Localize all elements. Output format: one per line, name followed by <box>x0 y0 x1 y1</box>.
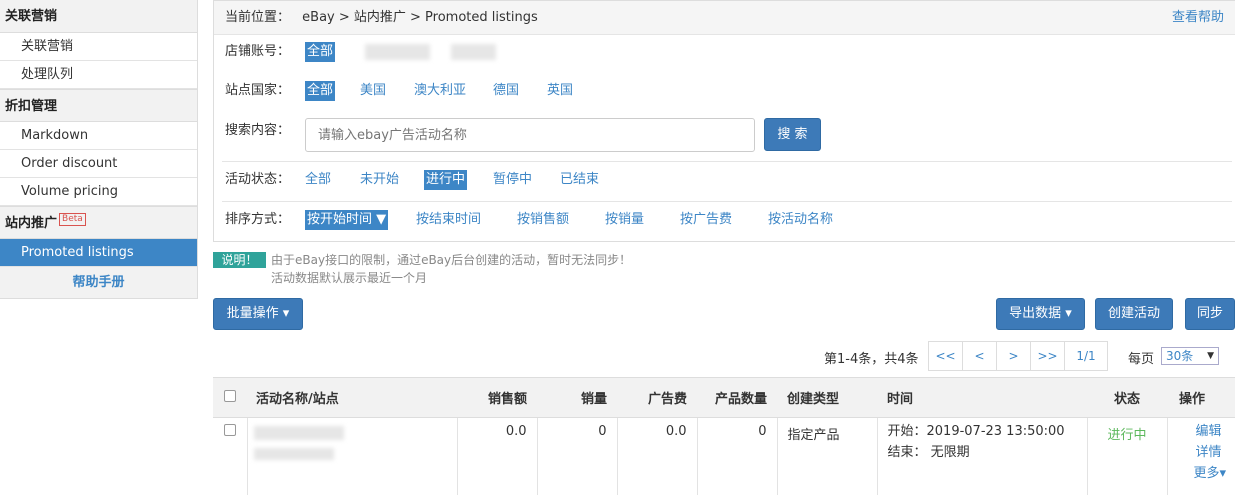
sort-option-ad-fee[interactable]: 按广告费 <box>680 210 732 230</box>
sidebar-item-order-discount[interactable]: Order discount <box>0 150 197 178</box>
notice-text: 由于eBay接口的限制，通过eBay后台创建的活动，暂时无法同步！ 活动数据默认… <box>271 251 631 287</box>
notice-line-1: 由于eBay接口的限制，通过eBay后台创建的活动，暂时无法同步！ <box>271 253 632 267</box>
filter-panel: 当前位置： eBay > 站内推广 > Promoted listings 查看… <box>213 0 1235 242</box>
campaign-table: 活动名称/站点 销售额 销量 广告费 产品数量 创建类型 时间 状态 操作 0.… <box>213 377 1235 495</box>
more-dropdown[interactable]: 更多▾ <box>1194 463 1234 484</box>
view-help-link[interactable]: 查看帮助 <box>1172 1 1224 35</box>
breadcrumb-label: 当前位置： <box>225 10 291 25</box>
select-all-checkbox[interactable] <box>224 389 236 402</box>
row-name-cell <box>247 417 458 495</box>
batch-operation-dropdown[interactable]: 批量操作 ▾ <box>213 298 303 330</box>
pager-page-indicator: 1/1 <box>1076 349 1096 363</box>
header-sales: 销售额 <box>457 377 537 418</box>
country-option-uk[interactable]: 英国 <box>547 81 573 101</box>
breadcrumb: 当前位置： eBay > 站内推广 > Promoted listings 查看… <box>214 1 1235 35</box>
row-sales: 0.0 <box>457 417 538 495</box>
pager-last[interactable]: >> <box>1031 342 1065 370</box>
sidebar-section-label: 站内推广 <box>5 216 58 231</box>
sort-option-sales[interactable]: 按销售额 <box>517 210 569 230</box>
sort-option-quantity[interactable]: 按销量 <box>605 210 644 230</box>
row-end-time: 结束： 无限期 <box>887 445 970 460</box>
pager-first[interactable]: << <box>929 342 963 370</box>
pager-next[interactable]: > <box>997 342 1031 370</box>
status-option-running[interactable]: 进行中 <box>424 170 468 190</box>
store-option-all[interactable]: 全部 <box>305 42 336 62</box>
pager-summary: 第1-4条，共4条 <box>824 352 919 367</box>
pager-prev[interactable]: < <box>963 342 997 370</box>
header-ad-fee: 广告费 <box>617 377 697 418</box>
row-checkbox[interactable] <box>223 424 236 436</box>
sidebar-item-markdown[interactable]: Markdown <box>0 122 197 150</box>
store-account-blurred[interactable] <box>365 44 430 60</box>
sort-label: 排序方式： <box>225 212 291 227</box>
sidebar-item-promoted-listings[interactable]: Promoted listings <box>0 239 197 267</box>
status-option-not-started[interactable]: 未开始 <box>360 170 399 190</box>
per-page-value: 30条 <box>1166 349 1194 363</box>
row-status: 进行中 <box>1087 417 1168 495</box>
row-quantity: 0 <box>537 417 618 495</box>
select-all-cell <box>213 377 247 418</box>
status-label: 活动状态： <box>225 172 291 187</box>
create-campaign-button[interactable]: 创建活动 <box>1095 298 1173 330</box>
country-option-us[interactable]: 美国 <box>360 81 386 101</box>
notice-line-2: 活动数据默认展示最近一个月 <box>271 271 428 285</box>
beta-badge: Beta <box>59 213 86 226</box>
status-option-all[interactable]: 全部 <box>305 170 331 190</box>
header-status: 状态 <box>1087 377 1167 418</box>
divider <box>222 161 1232 162</box>
notice-tag: 说明！ <box>213 252 266 268</box>
divider <box>222 201 1232 202</box>
header-time: 时间 <box>877 377 1087 418</box>
row-actions: 编辑 详情 更多▾ <box>1167 418 1235 495</box>
sidebar-section-promotion: 站内推广 Beta <box>0 206 197 239</box>
breadcrumb-path: eBay > 站内推广 > Promoted listings <box>302 10 538 25</box>
row-time: 开始：2019-07-23 13:50:00 结束： 无限期 <box>877 417 1088 495</box>
store-label: 店铺账号： <box>225 44 291 59</box>
country-option-de[interactable]: 德国 <box>493 81 519 101</box>
search-label: 搜索内容： <box>225 123 291 138</box>
country-option-au[interactable]: 澳大利亚 <box>414 81 466 101</box>
sort-option-start-time[interactable]: 按开始时间 ▼ <box>305 210 389 230</box>
sync-button[interactable]: 同步 <box>1185 298 1235 330</box>
row-start-time: 开始：2019-07-23 13:50:00 <box>887 424 1065 439</box>
sort-option-end-time[interactable]: 按结束时间 <box>416 210 481 230</box>
search-button[interactable]: 搜 索 <box>764 118 821 151</box>
country-label: 站点国家： <box>225 83 291 98</box>
sidebar: 关联营销 关联营销 处理队列 折扣管理 Markdown Order disco… <box>0 0 198 299</box>
status-option-paused[interactable]: 暂停中 <box>493 170 532 190</box>
header-create-type: 创建类型 <box>777 377 877 418</box>
table-header-row: 活动名称/站点 销售额 销量 广告费 产品数量 创建类型 时间 状态 操作 <box>213 377 1235 418</box>
search-input[interactable] <box>305 118 755 152</box>
header-actions: 操作 <box>1167 377 1235 418</box>
help-manual-link[interactable]: 帮助手册 <box>0 267 197 299</box>
sidebar-item-process-queue[interactable]: 处理队列 <box>0 61 197 89</box>
row-product-count: 0 <box>697 417 778 495</box>
sidebar-section-discount: 折扣管理 <box>0 89 197 122</box>
edit-link[interactable]: 编辑 <box>1196 421 1234 442</box>
sidebar-item-volume-pricing[interactable]: Volume pricing <box>0 178 197 206</box>
header-quantity: 销量 <box>537 377 617 418</box>
status-option-ended[interactable]: 已结束 <box>560 170 599 190</box>
country-option-all[interactable]: 全部 <box>305 81 336 101</box>
per-page-label: 每页 <box>1128 352 1155 367</box>
row-select-cell <box>213 417 248 495</box>
header-product-count: 产品数量 <box>697 377 777 418</box>
export-data-dropdown[interactable]: 导出数据 ▾ <box>996 298 1085 330</box>
table-row: 0.0 0 0.0 0 指定产品 开始：2019-07-23 13:50:00 … <box>213 417 1235 495</box>
header-name: 活动名称/站点 <box>247 377 457 418</box>
chevron-down-icon: ▼ <box>1207 351 1214 361</box>
campaign-name-blurred[interactable] <box>253 426 344 440</box>
row-create-type: 指定产品 <box>777 417 878 495</box>
sidebar-section-related-marketing: 关联营销 <box>0 0 197 33</box>
details-link[interactable]: 详情 <box>1196 442 1234 463</box>
per-page-select[interactable]: 30条 ▼ <box>1161 347 1219 365</box>
store-account-blurred[interactable] <box>451 44 496 60</box>
sort-option-name[interactable]: 按活动名称 <box>768 210 833 230</box>
row-ad-fee: 0.0 <box>617 417 698 495</box>
campaign-site-blurred <box>253 448 334 460</box>
pager: << < > >> 1/1 <box>928 341 1108 371</box>
sidebar-item-related-marketing[interactable]: 关联营销 <box>0 33 197 61</box>
